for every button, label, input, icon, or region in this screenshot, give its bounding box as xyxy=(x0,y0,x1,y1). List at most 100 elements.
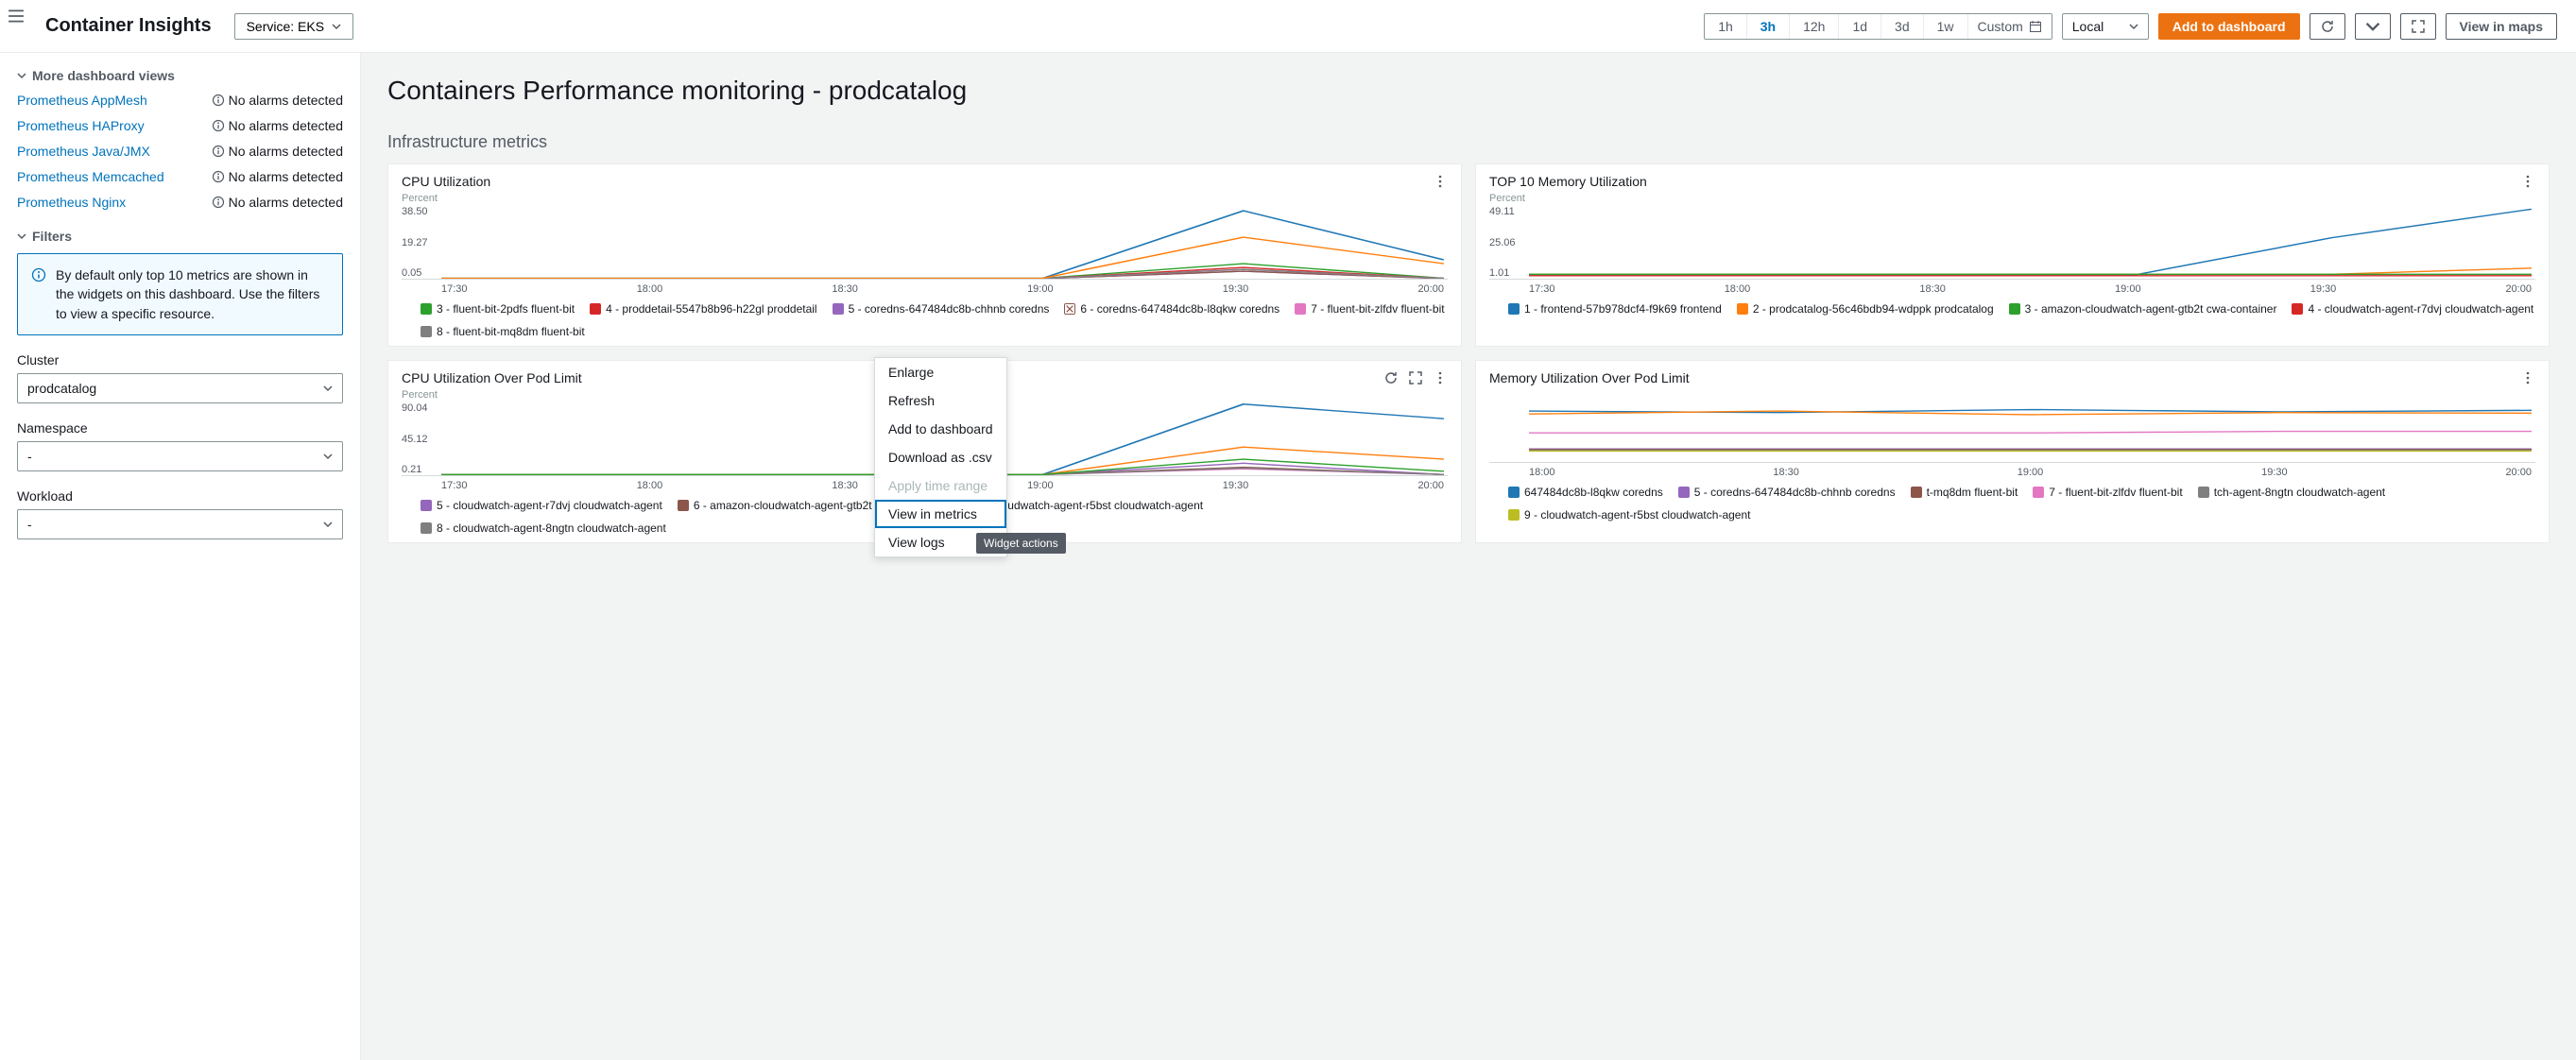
chart-xticks: 17:3018:0018:3019:0019:3020:00 xyxy=(402,280,1448,300)
dashboard-view-link[interactable]: Prometheus Java/JMX xyxy=(17,144,150,159)
legend-swatch xyxy=(2009,303,2020,315)
chart-legend: 1 - frontend-57b978dcf4-f9k69 frontend 2 … xyxy=(1489,300,2535,316)
refresh-button[interactable] xyxy=(2310,13,2345,40)
dashboard-view-link[interactable]: Prometheus AppMesh xyxy=(17,93,147,108)
context-menu-item[interactable]: Add to dashboard xyxy=(875,415,1006,443)
time-range-3h[interactable]: 3h xyxy=(1747,14,1790,39)
chart-ylabel: Percent xyxy=(1489,193,2535,204)
expand-icon[interactable] xyxy=(1408,370,1423,385)
cluster-value: prodcatalog xyxy=(27,381,96,396)
legend-item[interactable]: 8 - fluent-bit-mq8dm fluent-bit xyxy=(421,325,585,338)
workload-select[interactable]: - xyxy=(17,509,343,539)
info-icon xyxy=(212,196,225,209)
service-selector[interactable]: Service: EKS xyxy=(234,13,353,40)
filters-toggle[interactable]: Filters xyxy=(17,229,343,244)
chart-plot[interactable] xyxy=(1489,389,2535,463)
more-icon[interactable] xyxy=(1433,370,1448,385)
legend-swatch xyxy=(1737,303,1748,315)
dashboard-view-link[interactable]: Prometheus Nginx xyxy=(17,195,126,210)
dashboard-view-row: Prometheus AppMeshNo alarms detected xyxy=(17,93,343,108)
legend-swatch xyxy=(1508,303,1520,315)
legend-swatch xyxy=(421,303,432,315)
hamburger-menu-icon[interactable] xyxy=(4,4,28,31)
time-range-12h[interactable]: 12h xyxy=(1790,14,1839,39)
legend-swatch xyxy=(678,500,689,511)
context-menu-item[interactable]: Download as .csv xyxy=(875,443,1006,471)
chart-yticks: 38.5019.270.05 xyxy=(402,206,436,279)
chart-legend: 647484dc8b-l8qkw coredns 5 - coredns-6474… xyxy=(1489,484,2535,521)
chart-ylabel: Percent xyxy=(402,193,1448,204)
alarm-status: No alarms detected xyxy=(212,195,343,210)
time-range-1w[interactable]: 1w xyxy=(1924,14,1968,39)
refresh-menu-button[interactable] xyxy=(2355,13,2391,40)
view-in-maps-button[interactable]: View in maps xyxy=(2446,13,2557,40)
dashboard-view-link[interactable]: Prometheus HAProxy xyxy=(17,118,145,133)
time-range-1h[interactable]: 1h xyxy=(1705,14,1747,39)
legend-item[interactable]: 9 - cloudwatch-agent-r5bst cloudwatch-ag… xyxy=(1508,508,1750,521)
more-icon[interactable] xyxy=(2520,174,2535,189)
more-icon[interactable] xyxy=(2520,370,2535,385)
time-range-group: 1h3h12h1d3d1wCustom xyxy=(1704,13,2052,40)
legend-item[interactable]: t-mq8dm fluent-bit xyxy=(1911,486,2018,499)
legend-item[interactable]: 5 - coredns-647484dc8b-chhnb coredns xyxy=(833,302,1050,316)
page-title: Container Insights xyxy=(45,15,212,37)
legend-swatch xyxy=(590,303,601,315)
add-to-dashboard-button[interactable]: Add to dashboard xyxy=(2158,13,2300,40)
legend-item[interactable]: 7 - fluent-bit-zlfdv fluent-bit xyxy=(2033,486,2182,499)
cluster-select[interactable]: prodcatalog xyxy=(17,373,343,403)
time-range-custom[interactable]: Custom xyxy=(1968,14,2052,39)
legend-item[interactable]: 2 - prodcatalog-56c46bdb94-wdppk prodcat… xyxy=(1737,302,1994,316)
legend-item[interactable]: 8 - cloudwatch-agent-8ngtn cloudwatch-ag… xyxy=(421,521,666,535)
dashboard-view-row: Prometheus MemcachedNo alarms detected xyxy=(17,169,343,184)
more-dashboard-views-toggle[interactable]: More dashboard views xyxy=(17,68,343,83)
legend-item[interactable]: tch-agent-8ngtn cloudwatch-agent xyxy=(2198,486,2385,499)
timezone-select[interactable]: Local xyxy=(2062,13,2149,40)
context-menu-item: Apply time range xyxy=(875,471,1006,500)
expand-button[interactable] xyxy=(2400,13,2436,40)
legend-swatch xyxy=(1911,487,1922,498)
legend-swatch xyxy=(421,522,432,534)
namespace-value: - xyxy=(27,449,32,464)
legend-item[interactable]: 1 - frontend-57b978dcf4-f9k69 frontend xyxy=(1508,302,1722,316)
chart-plot[interactable]: 49.1125.061.01 xyxy=(1489,206,2535,280)
legend-item[interactable]: 5 - coredns-647484dc8b-chhnb coredns xyxy=(1678,486,1896,499)
legend-item[interactable]: 4 - proddetail-5547b8b96-h22gl proddetai… xyxy=(590,302,817,316)
section-heading: Infrastructure metrics xyxy=(387,132,2550,152)
chart-plot[interactable]: 38.5019.270.05 xyxy=(402,206,1448,280)
info-icon xyxy=(212,94,225,107)
info-text: By default only top 10 metrics are shown… xyxy=(56,265,329,323)
chart-xticks: 18:0018:3019:0019:3020:00 xyxy=(1489,463,2535,484)
context-menu-item[interactable]: Refresh xyxy=(875,386,1006,415)
time-range-3d[interactable]: 3d xyxy=(1881,14,1924,39)
legend-swatch xyxy=(2292,303,2303,315)
legend-item[interactable]: 4 - cloudwatch-agent-r7dvj cloudwatch-ag… xyxy=(2292,302,2533,316)
caret-down-icon xyxy=(2129,22,2138,31)
chart-card: TOP 10 Memory UtilizationPercent49.1125.… xyxy=(1475,163,2550,347)
more-icon[interactable] xyxy=(1433,174,1448,189)
context-menu-item[interactable]: Enlarge xyxy=(875,358,1006,386)
caret-down-icon xyxy=(323,452,333,461)
dashboard-view-link[interactable]: Prometheus Memcached xyxy=(17,169,164,184)
chart-xticks: 17:3018:0018:3019:0019:3020:00 xyxy=(1489,280,2535,300)
workload-label: Workload xyxy=(17,488,343,504)
time-range-1d[interactable]: 1d xyxy=(1839,14,1881,39)
legend-swatch xyxy=(421,500,432,511)
info-icon xyxy=(212,170,225,183)
chart-yticks xyxy=(1489,389,1523,462)
context-menu-item[interactable]: View in metrics xyxy=(875,500,1006,528)
refresh-icon[interactable] xyxy=(1383,370,1399,385)
legend-item[interactable]: 3 - amazon-cloudwatch-agent-gtb2t cwa-co… xyxy=(2009,302,2277,316)
chart-card: CPU UtilizationPercent38.5019.270.0517:3… xyxy=(387,163,1462,347)
legend-item[interactable]: 5 - cloudwatch-agent-r7dvj cloudwatch-ag… xyxy=(421,499,662,512)
legend-swatch xyxy=(833,303,844,315)
alarm-status: No alarms detected xyxy=(212,118,343,133)
legend-swatch xyxy=(1064,303,1075,315)
legend-item[interactable]: 647484dc8b-l8qkw coredns xyxy=(1508,486,1663,499)
header-bar: Container Insights Service: EKS 1h3h12h1… xyxy=(0,0,2576,53)
chart-yticks: 49.1125.061.01 xyxy=(1489,206,1523,279)
legend-item[interactable]: 7 - fluent-bit-zlfdv fluent-bit xyxy=(1295,302,1444,316)
namespace-select[interactable]: - xyxy=(17,441,343,471)
legend-item[interactable]: 6 - coredns-647484dc8b-l8qkw coredns xyxy=(1064,302,1279,316)
legend-item[interactable]: 3 - fluent-bit-2pdfs fluent-bit xyxy=(421,302,575,316)
chart-legend: 3 - fluent-bit-2pdfs fluent-bit 4 - prodd… xyxy=(402,300,1448,338)
